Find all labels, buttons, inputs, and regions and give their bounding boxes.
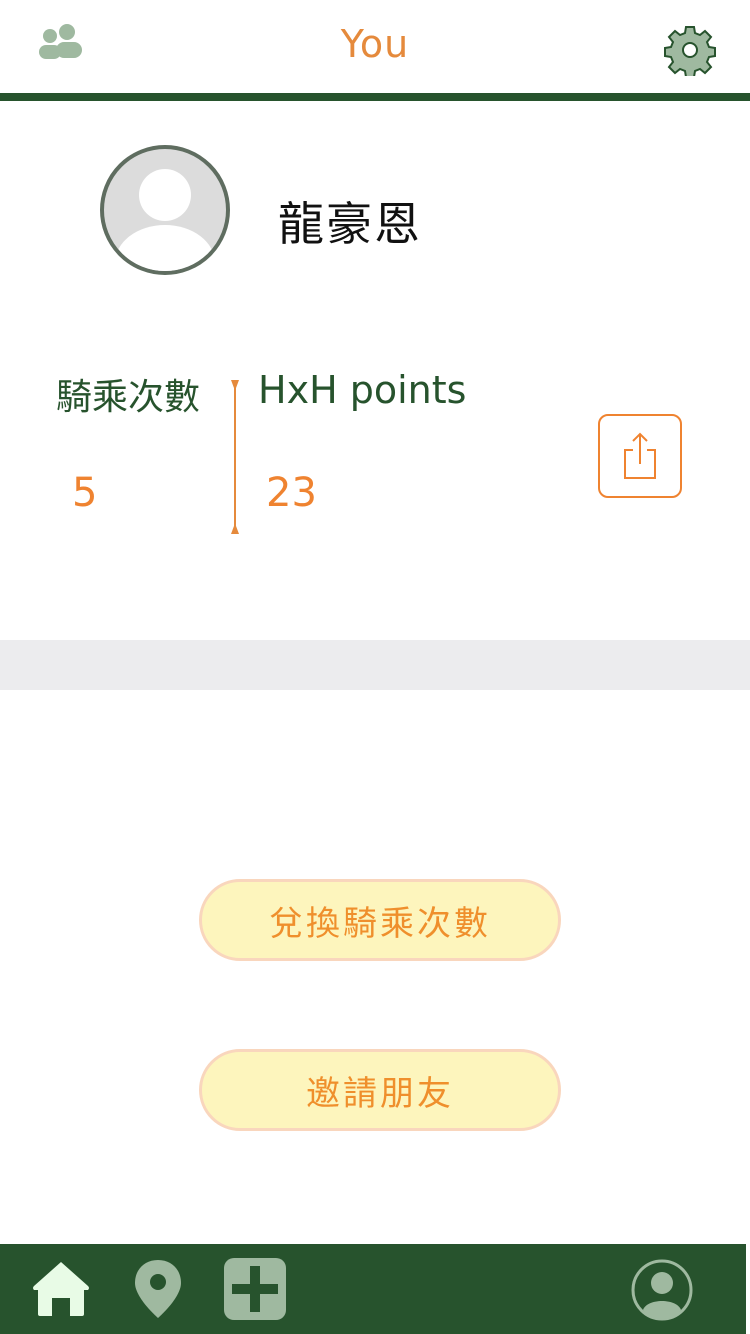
share-button[interactable] — [598, 414, 682, 498]
top-bar: You — [0, 0, 750, 94]
rides-label: 騎乘次數 — [56, 377, 201, 418]
header-divider — [0, 93, 750, 101]
rides-value: 5 — [72, 470, 98, 516]
add-icon[interactable] — [224, 1258, 286, 1320]
avatar[interactable] — [100, 145, 230, 275]
invite-friends-button[interactable]: 邀請朋友 — [199, 1049, 561, 1131]
gear-icon[interactable] — [664, 24, 716, 78]
user-name: 龍豪恩 — [278, 197, 422, 251]
map-pin-icon[interactable] — [132, 1258, 184, 1320]
screen-edge — [746, 1244, 750, 1334]
points-value: 23 — [266, 470, 317, 516]
section-divider — [0, 640, 750, 690]
stats-divider — [229, 378, 241, 538]
points-label: HxH points — [258, 368, 467, 412]
home-icon[interactable] — [30, 1258, 92, 1320]
share-icon — [624, 432, 656, 479]
bottom-nav — [0, 1244, 746, 1334]
profile-icon[interactable] — [630, 1258, 694, 1322]
redeem-rides-button[interactable]: 兌換騎乘次數 — [199, 879, 561, 961]
page-title: You — [340, 22, 410, 66]
